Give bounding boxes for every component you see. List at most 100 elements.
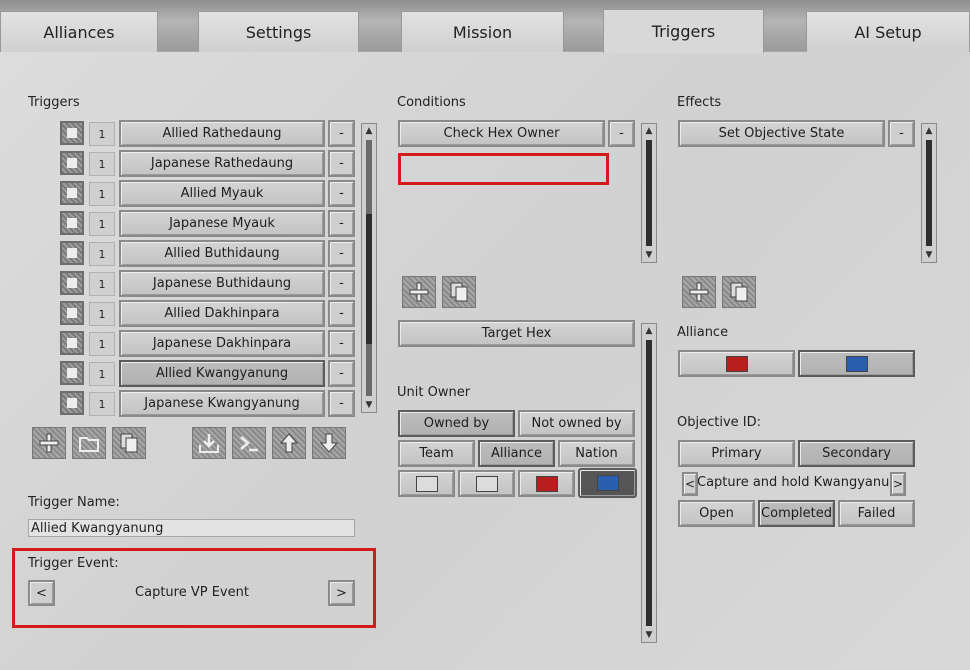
trigger-enable-checkbox[interactable] <box>60 301 84 325</box>
import-button[interactable] <box>192 427 226 459</box>
remove-trigger-button[interactable]: - <box>328 210 355 237</box>
trigger-count: 1 <box>89 242 115 266</box>
remove-trigger-button[interactable]: - <box>328 300 355 327</box>
copy-trigger-button[interactable] <box>112 427 146 459</box>
trigger-item[interactable]: Allied Myauk <box>119 180 325 207</box>
primary-objective-button[interactable]: Primary <box>678 440 795 467</box>
trigger-enable-checkbox[interactable] <box>60 151 84 175</box>
alliance-button[interactable]: Alliance <box>478 440 555 467</box>
remove-trigger-button[interactable]: - <box>328 180 355 207</box>
folder-button[interactable] <box>72 427 106 459</box>
tab-label: Triggers <box>651 22 716 41</box>
owner-white-1-button[interactable] <box>398 470 455 497</box>
conditions-scrollbar[interactable]: ▲ ▼ <box>641 123 657 263</box>
add-trigger-button[interactable] <box>32 427 66 459</box>
effect-alliance-red-button[interactable] <box>678 350 795 377</box>
state-completed-button[interactable]: Completed <box>758 500 835 527</box>
scroll-thumb[interactable] <box>926 140 932 246</box>
trigger-name-input[interactable]: Allied Kwangyanung <box>28 519 355 537</box>
trigger-enable-checkbox[interactable] <box>60 211 84 235</box>
tab-label: AI Setup <box>854 22 922 42</box>
scroll-thumb[interactable] <box>646 340 652 626</box>
scroll-down-icon[interactable]: ▼ <box>642 248 656 262</box>
state-failed-button[interactable]: Failed <box>838 500 915 527</box>
scroll-down-icon[interactable]: ▼ <box>642 628 656 642</box>
owner-red-button[interactable] <box>518 470 575 497</box>
copy-effect-button[interactable] <box>722 276 756 308</box>
state-open-button[interactable]: Open <box>678 500 755 527</box>
move-up-button[interactable] <box>272 427 306 459</box>
scroll-up-icon[interactable]: ▲ <box>362 124 376 138</box>
trigger-enable-checkbox[interactable] <box>60 271 84 295</box>
remove-trigger-button[interactable]: - <box>328 270 355 297</box>
scroll-up-icon[interactable]: ▲ <box>642 124 656 138</box>
remove-condition-button[interactable]: - <box>608 120 635 147</box>
remove-trigger-button[interactable]: - <box>328 330 355 357</box>
add-condition-button[interactable] <box>402 276 436 308</box>
trigger-item[interactable]: Allied Rathedaung <box>119 120 325 147</box>
trigger-item[interactable]: Allied Kwangyanung <box>119 360 325 387</box>
trigger-enable-checkbox[interactable] <box>60 391 84 415</box>
color-swatch <box>845 355 868 372</box>
trigger-enable-checkbox[interactable] <box>60 361 84 385</box>
trigger-item[interactable]: Allied Dakhinpara <box>119 300 325 327</box>
trigger-enable-checkbox[interactable] <box>60 121 84 145</box>
trigger-event-next-button[interactable]: > <box>328 580 355 606</box>
trigger-event-prev-button[interactable]: < <box>28 580 55 606</box>
condition-item-check-hex-owner[interactable]: Check Hex Owner <box>398 120 605 147</box>
triggers-label: Triggers <box>28 95 80 110</box>
trigger-enable-checkbox[interactable] <box>60 181 84 205</box>
trigger-count: 1 <box>89 332 115 356</box>
owner-white-2-button[interactable] <box>458 470 515 497</box>
target-hex-button[interactable]: Target Hex <box>398 320 635 347</box>
remove-trigger-button[interactable]: - <box>328 360 355 387</box>
trigger-item[interactable]: Japanese Rathedaung <box>119 150 325 177</box>
trigger-item[interactable]: Japanese Dakhinpara <box>119 330 325 357</box>
tab-alliances[interactable]: Alliances <box>0 11 158 52</box>
empty-condition-slot-highlight[interactable] <box>398 153 609 185</box>
remove-effect-button[interactable]: - <box>888 120 915 147</box>
scroll-down-icon[interactable]: ▼ <box>362 398 376 412</box>
color-swatch <box>725 355 748 372</box>
unit-owner-label: Unit Owner <box>397 385 471 400</box>
copy-condition-button[interactable] <box>442 276 476 308</box>
trigger-count: 1 <box>89 392 115 416</box>
objective-next-button[interactable]: > <box>890 472 906 496</box>
condition-detail-scrollbar[interactable]: ▲ ▼ <box>641 323 657 643</box>
owner-blue-button[interactable] <box>578 468 637 498</box>
trigger-item[interactable]: Allied Buthidaung <box>119 240 325 267</box>
remove-trigger-button[interactable]: - <box>328 240 355 267</box>
team-button[interactable]: Team <box>398 440 475 467</box>
scroll-thumb[interactable] <box>366 214 372 344</box>
tab-mission[interactable]: Mission <box>401 11 564 52</box>
tab-settings[interactable]: Settings <box>198 11 359 52</box>
scroll-up-icon[interactable]: ▲ <box>922 124 936 138</box>
tab-ai-setup[interactable]: AI Setup <box>806 11 970 52</box>
owned-by-button[interactable]: Owned by <box>398 410 515 437</box>
effect-alliance-blue-button[interactable] <box>798 350 915 377</box>
trigger-enable-checkbox[interactable] <box>60 331 84 355</box>
trigger-enable-checkbox[interactable] <box>60 241 84 265</box>
trigger-item[interactable]: Japanese Myauk <box>119 210 325 237</box>
remove-trigger-button[interactable]: - <box>328 390 355 417</box>
objective-prev-button[interactable]: < <box>682 472 698 496</box>
remove-trigger-button[interactable]: - <box>328 120 355 147</box>
secondary-objective-button[interactable]: Secondary <box>798 440 915 467</box>
scroll-thumb[interactable] <box>646 140 652 246</box>
trigger-item[interactable]: Japanese Buthidaung <box>119 270 325 297</box>
trigger-list-scrollbar[interactable]: ▲ ▼ <box>361 123 377 413</box>
trigger-item[interactable]: Japanese Kwangyanung <box>119 390 325 417</box>
not-owned-by-button[interactable]: Not owned by <box>518 410 635 437</box>
effects-scrollbar[interactable]: ▲ ▼ <box>921 123 937 263</box>
nation-button[interactable]: Nation <box>558 440 635 467</box>
console-button[interactable] <box>232 427 266 459</box>
move-down-button[interactable] <box>312 427 346 459</box>
add-effect-button[interactable] <box>682 276 716 308</box>
scroll-down-icon[interactable]: ▼ <box>922 248 936 262</box>
tab-triggers[interactable]: Triggers <box>603 9 764 53</box>
folder-icon <box>79 437 99 452</box>
effect-item-set-objective-state[interactable]: Set Objective State <box>678 120 885 147</box>
objective-id-label: Objective ID: <box>677 415 761 430</box>
remove-trigger-button[interactable]: - <box>328 150 355 177</box>
scroll-up-icon[interactable]: ▲ <box>642 324 656 338</box>
